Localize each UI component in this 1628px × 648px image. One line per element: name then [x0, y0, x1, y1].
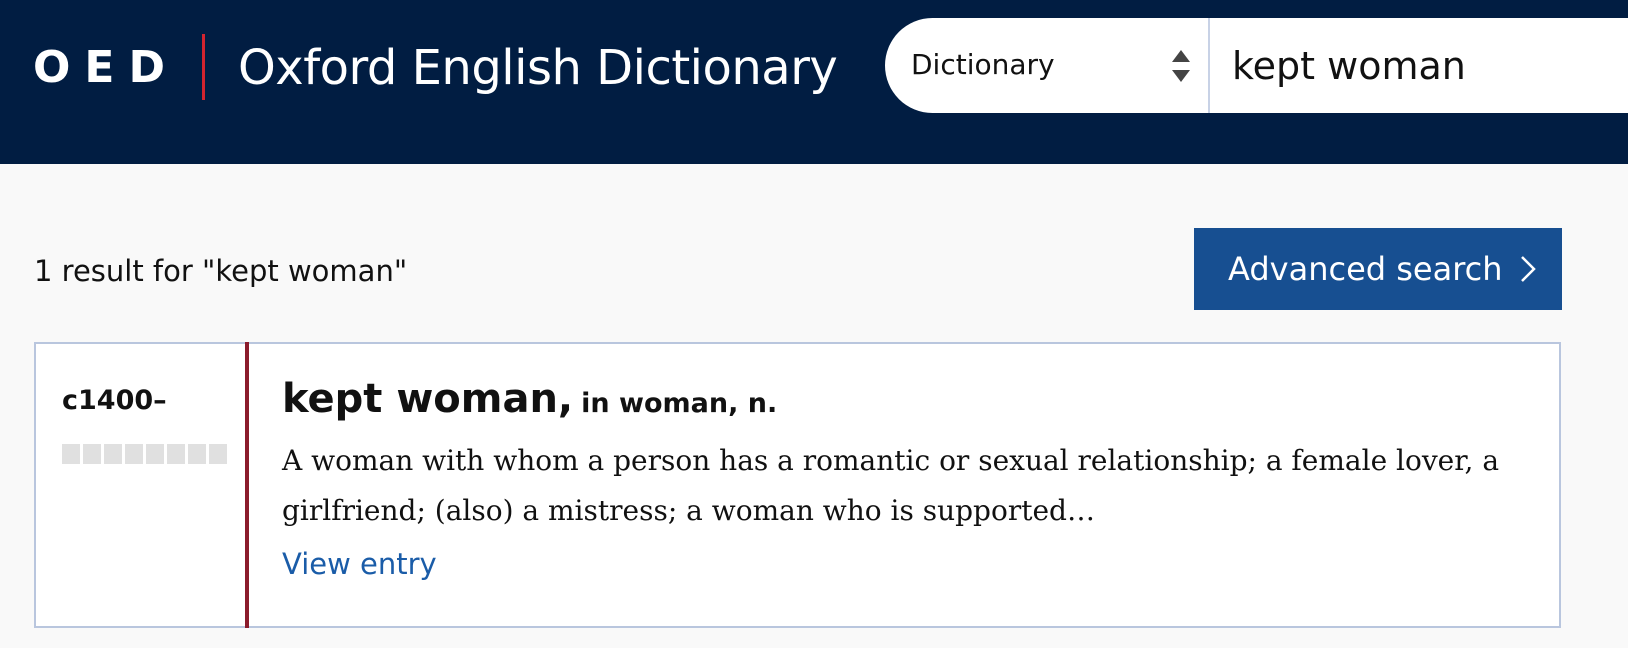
advanced-search-button[interactable]: Advanced search: [1194, 228, 1562, 310]
entry-date: c1400–: [62, 385, 167, 416]
advanced-search-label: Advanced search: [1228, 250, 1503, 288]
chevron-right-icon: [1521, 256, 1536, 282]
sort-arrows-icon: [1172, 50, 1190, 82]
entry-headword[interactable]: kept woman,: [282, 376, 573, 422]
entry-headline: kept woman, in woman, n.: [282, 374, 777, 433]
site-header: OED Oxford English Dictionary Dictionary: [0, 0, 1628, 164]
entry-context: in woman, n.: [581, 388, 778, 419]
result-card: c1400– kept woman, in woman, n. A woman w…: [34, 342, 1561, 628]
card-accent-divider: [245, 342, 249, 628]
view-entry-link[interactable]: View entry: [282, 544, 437, 584]
search-input[interactable]: [1212, 18, 1628, 113]
oed-logo[interactable]: OED: [33, 40, 179, 96]
result-count: 1 result for "kept woman": [34, 254, 408, 288]
search-bar: Dictionary: [885, 18, 1628, 113]
entry-definition: A woman with whom a person has a romanti…: [282, 444, 1500, 527]
site-title[interactable]: Oxford English Dictionary: [238, 36, 838, 100]
search-scope-label: Dictionary: [911, 48, 1055, 81]
frequency-indicator: [62, 444, 227, 464]
logo-divider: [202, 34, 205, 100]
search-scope-select[interactable]: Dictionary: [885, 18, 1210, 113]
